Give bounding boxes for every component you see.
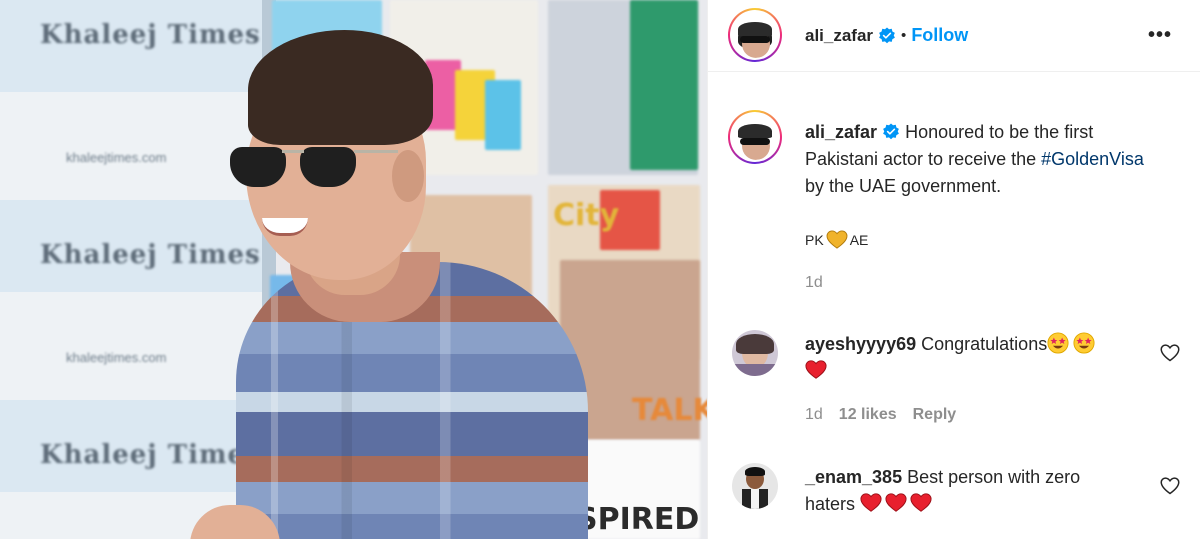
sunglasses-lens bbox=[300, 147, 356, 187]
comment-item: _enam_385 Best person with zero haters bbox=[805, 464, 1125, 518]
red-heart-emoji-icon bbox=[910, 493, 932, 512]
post-caption: ali_zafar Honoured to be the first Pakis… bbox=[805, 119, 1165, 200]
magazine-title: SPIRED bbox=[576, 502, 700, 537]
verified-badge-icon bbox=[883, 123, 899, 140]
handshake-heart-icon bbox=[826, 230, 848, 249]
shopping-bag bbox=[485, 80, 521, 150]
photo-backdrop-banner: Khaleej Times khaleejtimes.com Khaleej T… bbox=[0, 0, 270, 539]
comment-item: ayeshyyyy69 Congratulations bbox=[805, 331, 1155, 385]
banner-brand-text: Khaleej Times bbox=[40, 240, 261, 270]
banner-brand-text: Khaleej Times bbox=[40, 440, 261, 470]
hashtag-link[interactable]: #GoldenVisa bbox=[1041, 149, 1144, 169]
follow-button[interactable]: Follow bbox=[911, 25, 968, 46]
comment-username[interactable]: _enam_385 bbox=[805, 467, 902, 487]
caption-author-avatar[interactable] bbox=[728, 110, 782, 164]
comment-likes-count[interactable]: 12 likes bbox=[839, 406, 897, 424]
comment-text: Congratulations bbox=[921, 334, 1048, 354]
magazine-title: City bbox=[553, 198, 620, 233]
banner-brand-text: Khaleej Times bbox=[40, 20, 261, 50]
author-username[interactable]: ali_zafar bbox=[805, 26, 873, 46]
sunglasses-temple bbox=[354, 150, 398, 153]
reply-button[interactable]: Reply bbox=[913, 406, 957, 424]
star-struck-emoji-icon bbox=[1047, 332, 1069, 354]
instagram-post-view: Khaleej Times khaleejtimes.com Khaleej T… bbox=[0, 0, 1200, 539]
header-user-row: ali_zafar • Follow bbox=[805, 25, 968, 46]
comment-username[interactable]: ayeshyyyy69 bbox=[805, 334, 916, 354]
caption-timestamp[interactable]: 1d bbox=[805, 274, 823, 292]
more-options-icon[interactable]: ••• bbox=[1148, 24, 1172, 47]
post-photo[interactable]: Khaleej Times khaleejtimes.com Khaleej T… bbox=[0, 0, 707, 539]
comment-timestamp[interactable]: 1d bbox=[805, 406, 823, 424]
header-separator: • bbox=[901, 27, 907, 44]
post-side-panel: ali_zafar • Follow ••• ali_zafar Honoure… bbox=[708, 0, 1200, 539]
caption-username[interactable]: ali_zafar bbox=[805, 122, 877, 142]
star-struck-emoji-icon bbox=[1073, 332, 1095, 354]
magazine-title: TALK bbox=[632, 393, 707, 428]
verified-badge-icon bbox=[879, 26, 895, 43]
person-hair bbox=[248, 30, 433, 145]
red-heart-emoji-icon bbox=[885, 493, 907, 512]
like-comment-heart-icon[interactable] bbox=[1160, 476, 1180, 496]
person-ear bbox=[392, 150, 424, 202]
caption-flags: PK AE bbox=[805, 230, 868, 250]
flag-ae: AE bbox=[849, 232, 869, 248]
red-heart-emoji-icon bbox=[805, 360, 827, 379]
commenter-avatar[interactable] bbox=[732, 463, 778, 509]
like-comment-heart-icon[interactable] bbox=[1160, 343, 1180, 363]
flag-pk: PK bbox=[805, 232, 824, 248]
post-header: ali_zafar • Follow ••• bbox=[708, 0, 1200, 72]
banner-site-text: khaleejtimes.com bbox=[66, 350, 167, 365]
magazine-cover bbox=[630, 0, 698, 170]
author-avatar[interactable] bbox=[728, 8, 782, 62]
comment-meta: 1d 12 likes Reply bbox=[805, 406, 956, 424]
red-heart-emoji-icon bbox=[860, 493, 882, 512]
sunglasses-lens bbox=[230, 147, 286, 187]
sunglasses-bridge bbox=[282, 150, 304, 153]
caption-text: by the UAE government. bbox=[805, 176, 1002, 196]
banner-site-text: khaleejtimes.com bbox=[66, 150, 167, 165]
commenter-avatar[interactable] bbox=[732, 330, 778, 376]
